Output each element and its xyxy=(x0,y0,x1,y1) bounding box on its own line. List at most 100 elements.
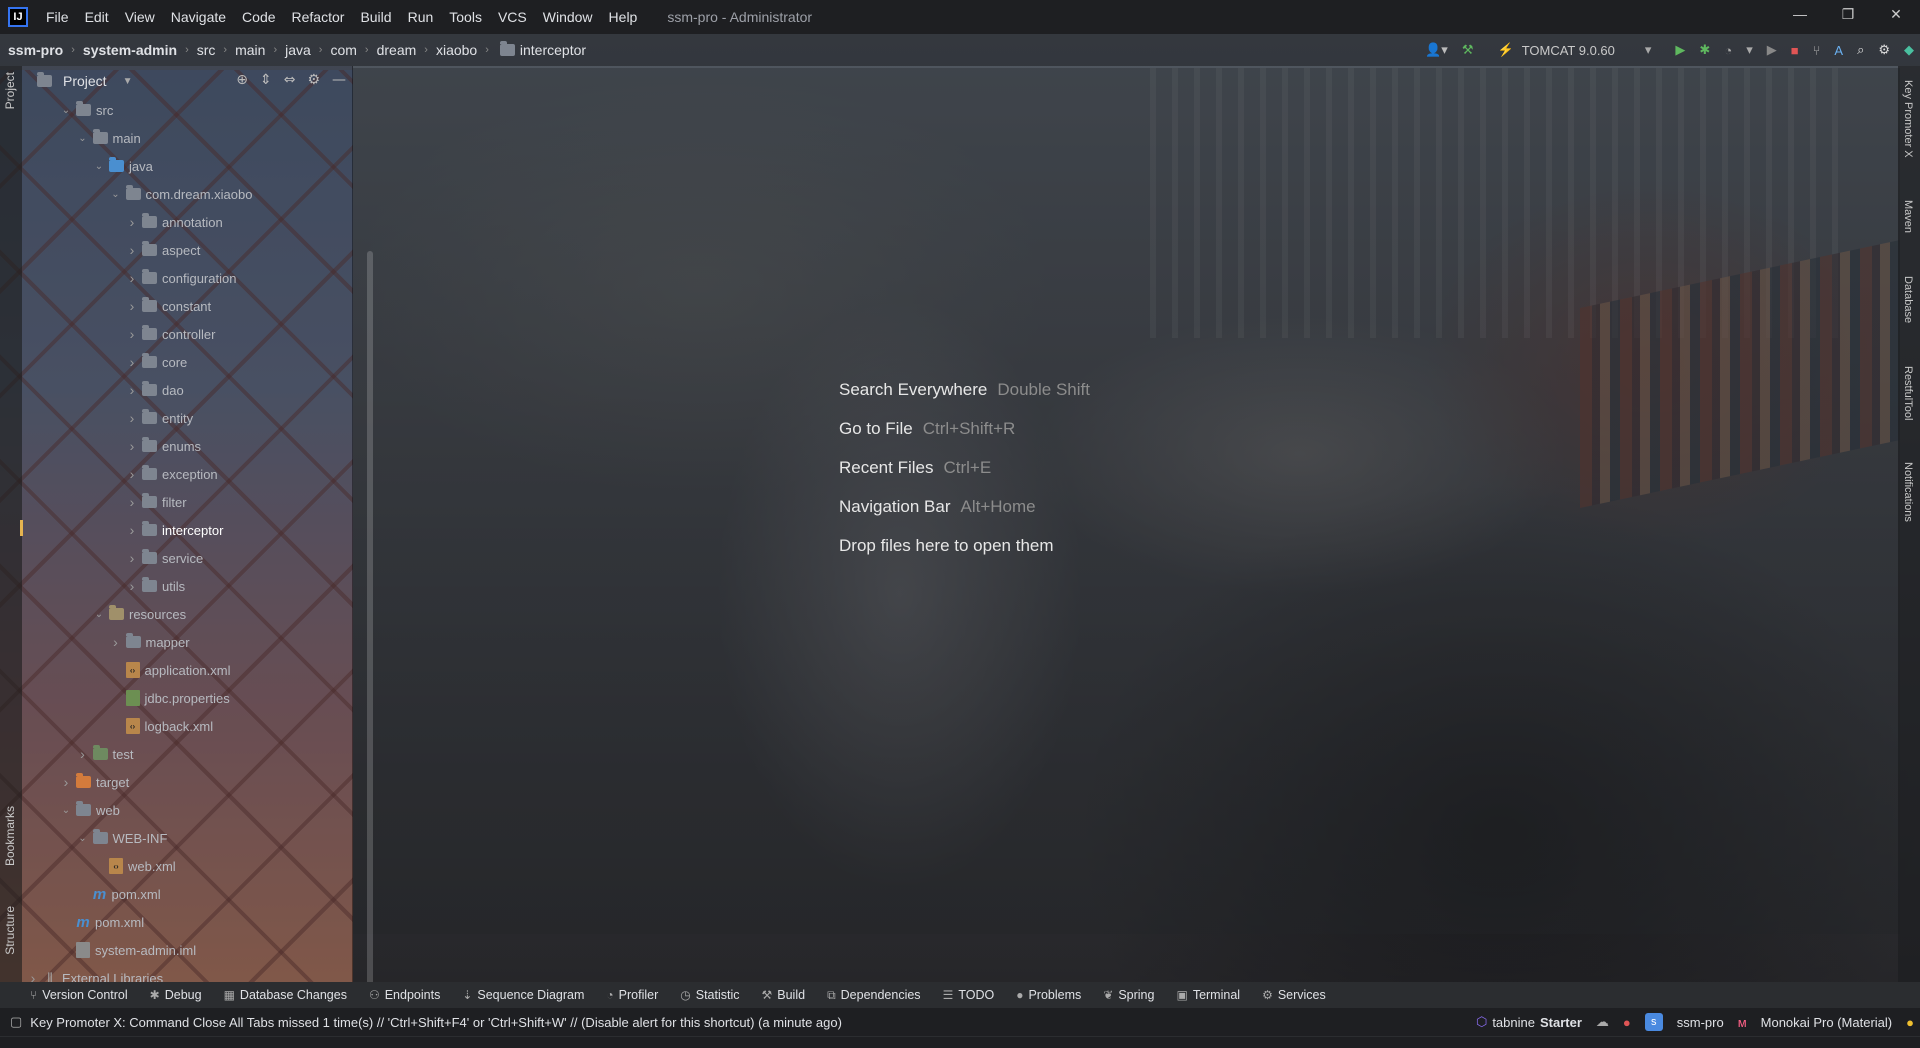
tree-item[interactable]: › test xyxy=(22,740,353,768)
bottom-tab-database-changes[interactable]: ▦ Database Changes xyxy=(224,988,347,1002)
tree-item[interactable]: m pom.xml xyxy=(22,908,353,936)
tree-item[interactable]: › annotation xyxy=(22,208,353,236)
tree-item[interactable]: jdbc.properties xyxy=(22,684,353,712)
bottom-tab-dependencies[interactable]: ⧉ Dependencies xyxy=(827,988,921,1003)
tool-window-key-promoter[interactable]: Key Promoter X xyxy=(1902,80,1914,158)
locate-file-icon[interactable]: ⊕ xyxy=(236,72,248,88)
menu-build[interactable]: Build xyxy=(352,9,399,25)
hint-search-everywhere[interactable]: Search Everywhere Double Shift xyxy=(839,370,1090,409)
chevron-right-icon[interactable]: › xyxy=(109,634,123,650)
chevron-right-icon[interactable]: › xyxy=(125,578,139,594)
tabnine-status[interactable]: ⬡ tabnine Starter xyxy=(1476,1014,1582,1030)
menu-refactor[interactable]: Refactor xyxy=(284,9,353,25)
tree-item[interactable]: ⌄ com.dream.xiaobo xyxy=(22,180,353,208)
resume-icon[interactable]: ▶ xyxy=(1767,42,1777,58)
tree-item[interactable]: › target xyxy=(22,768,353,796)
chevron-right-icon[interactable]: › xyxy=(125,466,139,482)
status-theme[interactable]: Monokai Pro (Material) xyxy=(1761,1015,1893,1030)
menu-view[interactable]: View xyxy=(117,9,163,25)
tree-item[interactable]: system-admin.iml xyxy=(22,936,353,964)
status-message[interactable]: ▢ Key Promoter X: Command Close All Tabs… xyxy=(10,1014,842,1030)
chevron-right-icon[interactable]: › xyxy=(125,326,139,342)
tree-item[interactable]: › filter xyxy=(22,488,353,516)
bottom-tab-statistic[interactable]: ◷ Statistic xyxy=(680,988,739,1002)
hint-navigation-bar[interactable]: Navigation Bar Alt+Home xyxy=(839,487,1090,526)
project-scrollbar[interactable] xyxy=(367,251,373,1041)
breadcrumb-item[interactable]: main xyxy=(227,42,273,58)
tree-item[interactable]: ⌄ main xyxy=(22,124,353,152)
editor-area[interactable] xyxy=(353,68,1900,934)
menu-file[interactable]: File xyxy=(38,9,77,25)
chevron-right-icon[interactable]: › xyxy=(125,214,139,230)
menu-edit[interactable]: Edit xyxy=(77,9,117,25)
tree-item[interactable]: › exception xyxy=(22,460,353,488)
tree-item[interactable]: › constant xyxy=(22,292,353,320)
breadcrumb-item[interactable]: system-admin xyxy=(75,42,185,58)
chevron-right-icon[interactable]: › xyxy=(125,522,139,538)
minimize-icon[interactable]: — xyxy=(1776,0,1824,30)
bottom-tab-terminal[interactable]: ▣ Terminal xyxy=(1176,988,1240,1002)
breadcrumb-item[interactable]: src xyxy=(189,42,224,58)
menu-window[interactable]: Window xyxy=(535,9,601,25)
menu-help[interactable]: Help xyxy=(601,9,646,25)
menu-navigate[interactable]: Navigate xyxy=(163,9,234,25)
status-dot-icon[interactable]: ● xyxy=(1906,1015,1914,1030)
chevron-down-icon[interactable]: ▼ xyxy=(123,76,133,87)
breadcrumb-item[interactable]: com xyxy=(322,42,364,58)
chevron-right-icon[interactable]: › xyxy=(59,774,73,790)
tool-window-structure[interactable]: Structure xyxy=(3,906,17,955)
coverage-icon[interactable]: ◔ xyxy=(1724,43,1732,58)
tree-item[interactable]: › entity xyxy=(22,404,353,432)
bottom-tab-debug[interactable]: ✱ Debug xyxy=(150,988,202,1002)
cloud-icon[interactable]: ☁ xyxy=(1596,1014,1609,1030)
tree-item[interactable]: › service xyxy=(22,544,353,572)
tree-item[interactable]: ⌄ WEB-INF xyxy=(22,824,353,852)
chevron-down-icon[interactable]: ⌄ xyxy=(109,189,123,200)
close-icon[interactable]: ✕ xyxy=(1872,0,1920,30)
stop-icon[interactable]: ■ xyxy=(1791,43,1799,58)
chevron-down-icon[interactable]: ⌄ xyxy=(76,833,90,844)
tree-item[interactable]: › enums xyxy=(22,432,353,460)
status-project[interactable]: ssm-pro xyxy=(1677,1015,1724,1030)
chevron-right-icon[interactable]: › xyxy=(125,298,139,314)
more-run-options-icon[interactable]: ▾ xyxy=(1746,42,1753,58)
tree-item[interactable]: ‹› logback.xml xyxy=(22,712,353,740)
tree-item[interactable]: › core xyxy=(22,348,353,376)
chevron-down-icon[interactable]: ⌄ xyxy=(59,805,73,816)
bottom-tab-build[interactable]: ⚒ Build xyxy=(762,988,806,1002)
breadcrumb-item[interactable]: dream xyxy=(369,42,425,58)
build-hammer-icon[interactable]: ⚒ xyxy=(1462,42,1474,58)
tree-item[interactable]: › utils xyxy=(22,572,353,600)
breadcrumb-item[interactable]: java xyxy=(277,42,319,58)
gear-icon[interactable]: ⚙ xyxy=(1878,42,1890,58)
menu-run[interactable]: Run xyxy=(400,9,442,25)
tree-item[interactable]: ⌄ java xyxy=(22,152,353,180)
tree-item[interactable]: › controller xyxy=(22,320,353,348)
tool-window-database[interactable]: Database xyxy=(1902,276,1914,323)
chevron-right-icon[interactable]: › xyxy=(125,270,139,286)
tool-window-maven[interactable]: Maven xyxy=(1902,200,1914,233)
chevron-down-icon[interactable]: ⌄ xyxy=(92,609,106,620)
bottom-tab-sequence-diagram[interactable]: ⇣ Sequence Diagram xyxy=(462,988,584,1002)
search-icon[interactable]: ⌕ xyxy=(1857,42,1864,58)
menu-vcs[interactable]: VCS xyxy=(490,9,535,25)
project-view-selector[interactable]: Project xyxy=(63,73,107,89)
chevron-right-icon[interactable]: › xyxy=(125,494,139,510)
hint-go-to-file[interactable]: Go to File Ctrl+Shift+R xyxy=(839,409,1090,448)
chevron-right-icon[interactable]: › xyxy=(125,382,139,398)
bottom-tab-todo[interactable]: ☰ TODO xyxy=(943,988,995,1002)
git-icon[interactable]: ⑂ xyxy=(1813,43,1821,58)
hint-recent-files[interactable]: Recent Files Ctrl+E xyxy=(839,448,1090,487)
tree-item[interactable]: ‹› application.xml xyxy=(22,656,353,684)
breadcrumb-item[interactable]: ssm-pro xyxy=(0,42,71,58)
tree-item[interactable]: ⌄ resources xyxy=(22,600,353,628)
tree-item[interactable]: m pom.xml xyxy=(22,880,353,908)
error-icon[interactable]: ● xyxy=(1623,1015,1631,1030)
tool-window-bookmarks[interactable]: Bookmarks xyxy=(3,806,17,866)
hide-panel-icon[interactable]: — xyxy=(332,72,346,88)
bottom-tab-problems[interactable]: ● Problems xyxy=(1016,988,1081,1002)
user-icon[interactable]: 👤▾ xyxy=(1425,42,1448,58)
chevron-right-icon[interactable]: › xyxy=(125,242,139,258)
tree-item[interactable]: ‹› web.xml xyxy=(22,852,353,880)
intellij-logo-icon[interactable]: IJ xyxy=(8,7,28,27)
